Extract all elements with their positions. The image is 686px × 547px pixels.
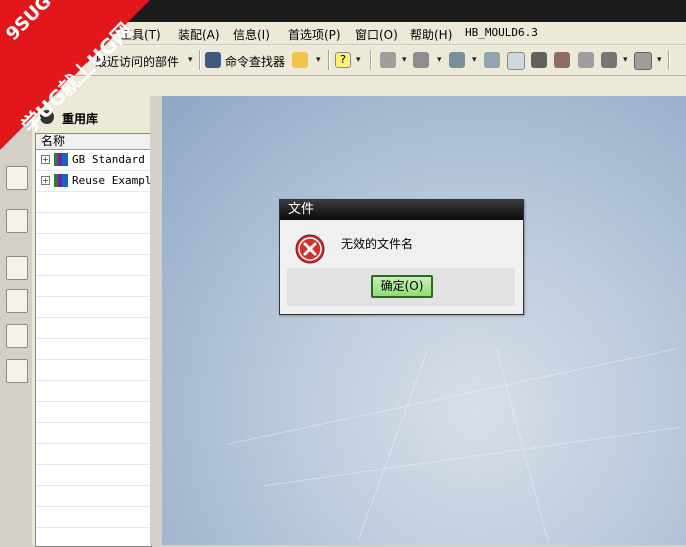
history-clock-icon[interactable] [6,256,28,280]
empty-row [36,255,151,276]
hidden-edges-icon[interactable] [507,52,525,70]
empty-row [36,423,151,444]
tree-item-label: Reuse Example [72,174,152,187]
tree-item[interactable]: + Reuse Example [36,171,151,192]
help-icon[interactable]: ? [335,52,351,68]
roles-icon[interactable] [6,289,28,313]
background-icon[interactable] [634,52,652,70]
cube-dark-icon[interactable] [601,52,617,68]
empty-row [36,234,151,255]
dialog-message: 无效的文件名 [341,237,414,251]
tree-item-label: GB Standard P [72,153,152,166]
background-grid-line [357,351,428,541]
menu-help[interactable]: 帮助(H) [410,26,452,43]
wireframe-icon[interactable] [484,52,500,68]
menu-window[interactable]: 窗口(O) [355,26,398,43]
recent-parts-dropdown-icon[interactable]: ▾ [188,55,193,65]
toolbar-separator [370,50,372,70]
empty-row [36,192,151,213]
panel-splitter[interactable] [150,96,162,545]
expand-icon[interactable]: + [41,176,50,185]
cube-shaded-icon[interactable] [554,52,570,68]
render-dropdown-icon[interactable]: ▾ [623,55,628,65]
cube-icon[interactable] [578,52,594,68]
toolbar-separator [668,50,670,70]
empty-row [36,402,151,423]
error-icon [295,234,325,264]
open-folder-icon[interactable] [292,52,308,68]
display-mode-icon[interactable] [413,52,429,68]
empty-row [36,318,151,339]
background-grid-line [226,348,678,445]
ok-button[interactable]: 确定(O) [371,275,433,298]
background-grid-line [263,426,681,487]
graphics-window[interactable] [162,96,686,545]
empty-row [36,444,151,465]
menu-preferences[interactable]: 首选项(P) [288,26,341,43]
tree-item[interactable]: + GB Standard P [36,150,151,171]
open-dropdown-icon[interactable]: ▾ [316,55,321,65]
view-orient-icon[interactable] [380,52,396,68]
library-books-icon [54,153,68,166]
blank-resource-icon[interactable] [6,359,28,383]
part-navigator-icon[interactable] [6,209,28,233]
empty-row [36,339,151,360]
library-tree: 名称 + GB Standard P + Reuse Example [35,133,152,547]
display-mode-dropdown-icon[interactable]: ▾ [437,55,442,65]
expand-icon[interactable]: + [41,155,50,164]
empty-row [36,486,151,507]
shaded-dropdown-icon[interactable]: ▾ [472,55,477,65]
menu-assembly[interactable]: 装配(A) [178,26,220,43]
assembly-navigator-icon[interactable] [6,166,28,190]
toolbar-separator [199,50,201,70]
empty-row [36,528,151,546]
view-orient-dropdown-icon[interactable]: ▾ [402,55,407,65]
background-dropdown-icon[interactable]: ▾ [657,55,662,65]
system-materials-icon[interactable] [6,324,28,348]
empty-row [36,297,151,318]
menu-information[interactable]: 信息(I) [233,26,270,43]
binoculars-icon[interactable] [205,52,221,68]
empty-row [36,381,151,402]
sphere-icon[interactable] [531,52,547,68]
empty-row [36,360,151,381]
empty-row [36,213,151,234]
error-dialog: 文件 无效的文件名 确定(O) [279,199,524,315]
reuse-library-panel: 重用库 名称 + GB Standard P + Reuse Example [32,96,162,547]
shaded-icon[interactable] [449,52,465,68]
toolbar-separator [328,50,330,70]
dialog-title: 文件 [280,200,523,220]
empty-row [36,507,151,528]
resource-bar [0,96,33,545]
menu-hb-mould[interactable]: HB_MOULD6.3 [465,26,538,39]
empty-row [36,276,151,297]
command-finder-button[interactable]: 命令查找器 [225,53,285,70]
empty-row [36,465,151,486]
help-dropdown-icon[interactable]: ▾ [356,55,361,65]
library-books-icon [54,174,68,187]
